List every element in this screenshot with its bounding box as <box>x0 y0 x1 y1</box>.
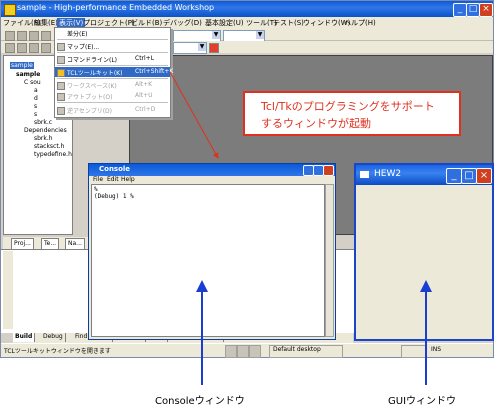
red-arrow <box>169 71 219 159</box>
gui-caption: GUIウィンドウ <box>388 396 457 407</box>
console-caption: Consoleウィンドウ <box>155 396 245 407</box>
annotation-arrows <box>169 71 432 385</box>
